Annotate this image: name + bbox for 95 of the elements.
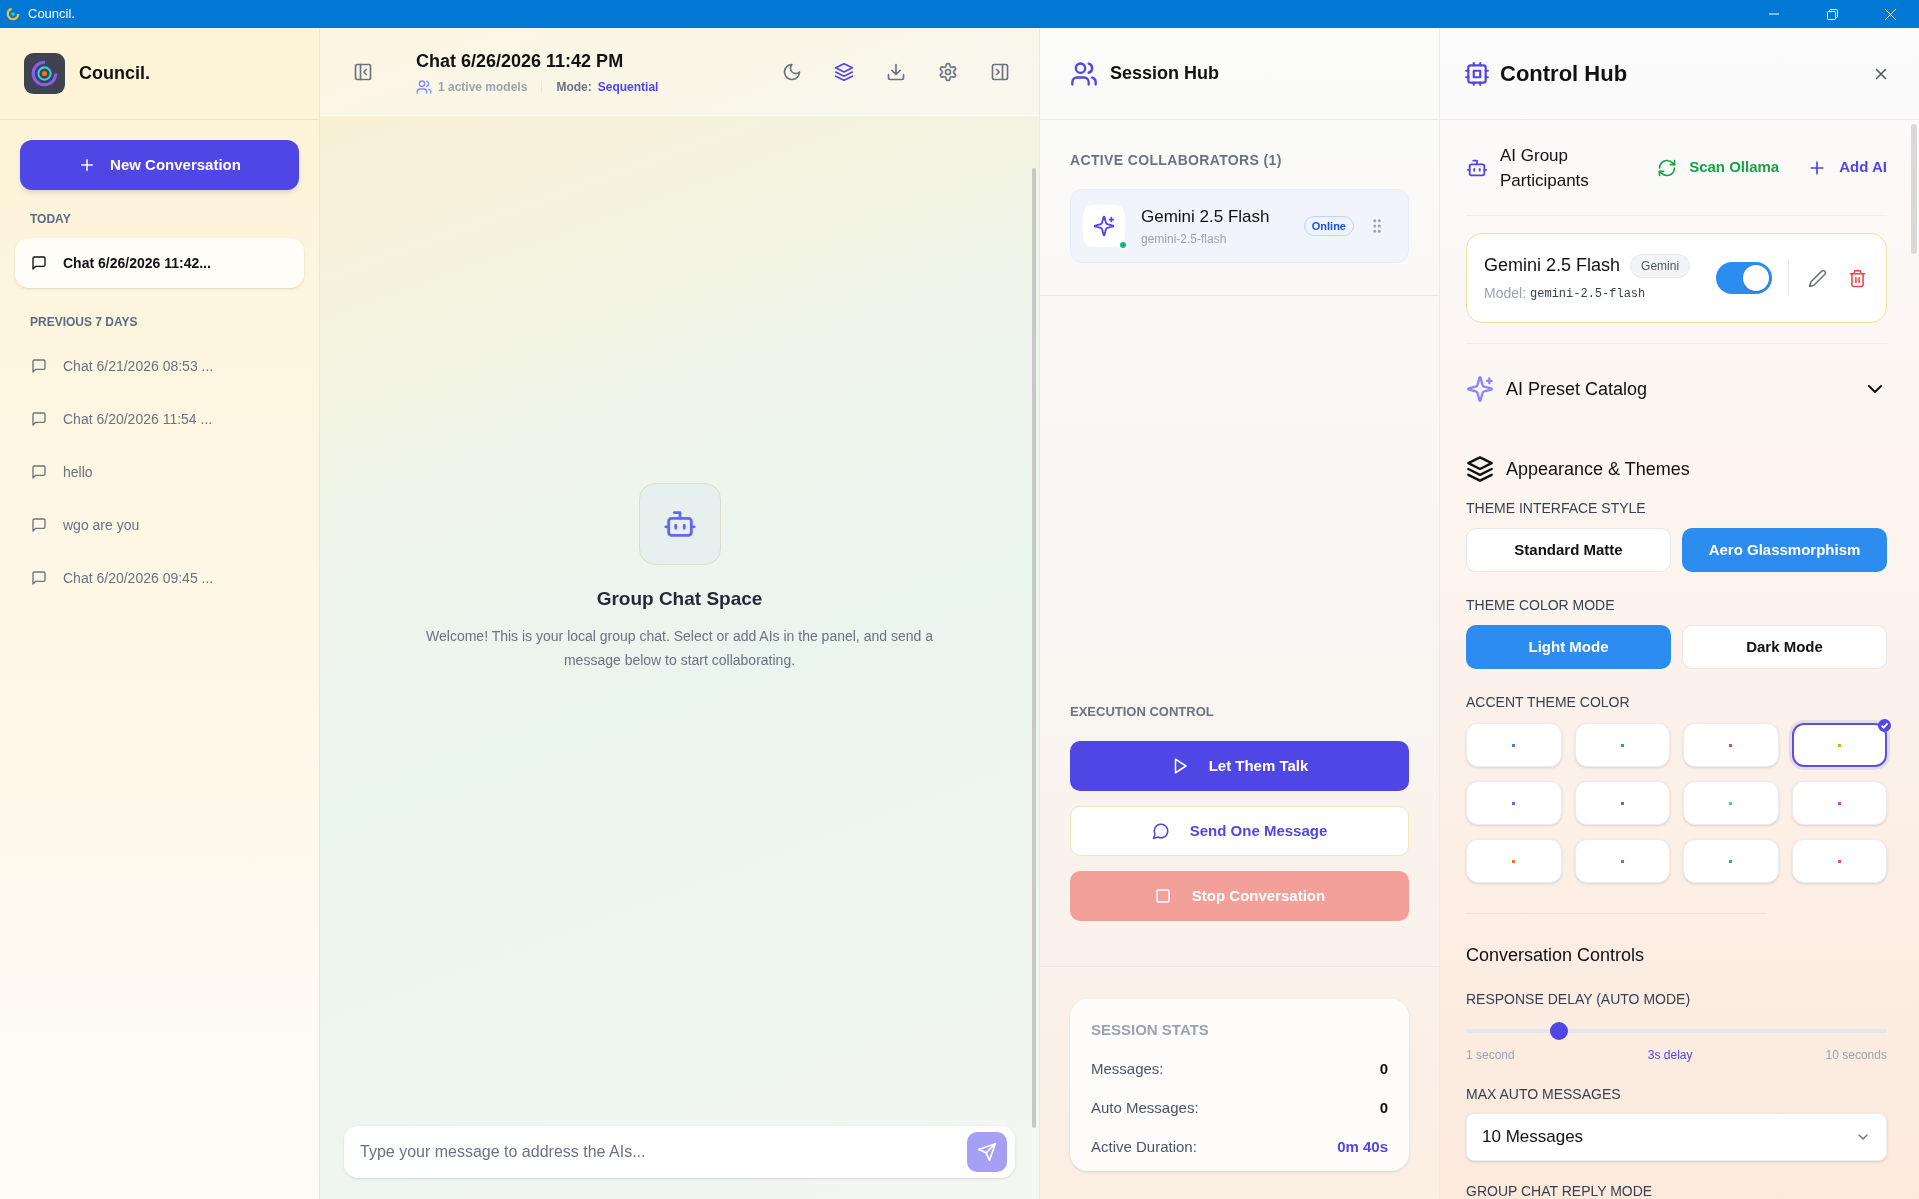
restore-icon [1826, 8, 1838, 20]
square-icon [1153, 887, 1172, 905]
group-label: TODAY [29, 211, 72, 228]
layers-icon [1466, 455, 1494, 483]
sparkle-icon [1466, 375, 1494, 403]
group-label: PREVIOUS 7 DAYS [29, 314, 139, 331]
field-label: GROUP CHAT REPLY MODE [1466, 1182, 1654, 1199]
slider-thumb[interactable] [1549, 1022, 1568, 1040]
stat-label: Auto Messages: [1091, 1097, 1199, 1118]
stat-label: Messages: [1091, 1058, 1164, 1079]
mode-value: Sequential [597, 78, 659, 96]
collaborator-name: Gemini 2.5 Flash [1141, 206, 1270, 229]
active-models-label: 1 active models [438, 78, 528, 96]
stat-value: 0 [1379, 1097, 1388, 1118]
play-button[interactable]: Let Them Talk [1070, 741, 1409, 791]
refresh-icon [1657, 157, 1678, 178]
chat-icon [31, 517, 47, 533]
scrollbar[interactable] [1032, 168, 1036, 1128]
conversation-item[interactable]: Chat 6/20/2026 11:54 ... [15, 394, 304, 444]
users-icon [1070, 59, 1098, 88]
field-label: RESPONSE DELAY (AUTO MODE) [1466, 990, 1692, 1009]
status-badge: Online [1303, 215, 1354, 237]
provider-tag: Gemini [1630, 253, 1691, 278]
users-icon [416, 78, 432, 95]
field-label: MAX AUTO MESSAGES [1466, 1085, 1622, 1104]
delay-slider[interactable] [1466, 1022, 1887, 1040]
conversation-item[interactable]: Chat 6/26/2026 11:42... [15, 238, 304, 288]
stat-value: 0m 40s [1337, 1136, 1388, 1157]
layers-icon [834, 61, 854, 82]
field-label: THEME COLOR MODE [1466, 596, 1616, 615]
settings-icon [938, 61, 958, 82]
model-id: gemini-2.5-flash [1530, 285, 1646, 303]
check-badge-icon [1878, 719, 1891, 732]
chip-icon [1464, 60, 1490, 87]
download-icon [886, 61, 906, 82]
section-title: Appearance & Themes [1506, 457, 1690, 481]
app-name: Council. [79, 62, 150, 85]
add-ai-button[interactable]: Add AI [1807, 156, 1887, 179]
empty-state-title: Group Chat Space [596, 587, 763, 611]
pencil-icon [1807, 268, 1827, 288]
mode-label: Mode: [556, 78, 592, 96]
panel-icon [990, 61, 1010, 82]
sparkle-icon [1093, 215, 1115, 237]
scan-ollama-button[interactable]: Scan Ollama [1657, 156, 1780, 179]
slider-value: 3s delay [1647, 1047, 1693, 1064]
panel-title: Session Hub [1110, 62, 1220, 85]
panel-icon [353, 61, 373, 82]
conversation-item[interactable]: wgo are you [15, 500, 304, 550]
section-title: Conversation Controls [1466, 944, 1646, 967]
moon-icon [782, 61, 802, 82]
send-message-button[interactable]: Send One Message [1070, 806, 1409, 856]
field-label: ACCENT THEME COLOR [1466, 693, 1631, 712]
conversation-item[interactable]: hello [15, 447, 304, 497]
style-option[interactable]: Standard Matte [1466, 528, 1671, 572]
enable-toggle[interactable] [1716, 262, 1772, 294]
stat-label: Active Duration: [1091, 1136, 1197, 1157]
section-label: SESSION STATS [1091, 1020, 1210, 1040]
empty-state-text: Welcome! This is your local group chat. Select or add AIs in the panel, and send a message below to start collaborating. [425, 626, 934, 670]
app-icon [6, 7, 20, 21]
close-icon [1884, 8, 1896, 20]
collaborator-model: gemini-2.5-flash [1141, 230, 1228, 248]
chat-title: Chat 6/26/2026 11:42 PM [416, 49, 625, 73]
chat-icon [31, 358, 47, 374]
slider-max-label: 10 seconds [1825, 1047, 1887, 1064]
speech-bubble-icon [1151, 822, 1170, 840]
section-label: ACTIVE COLLABORATORS (1) [1070, 151, 1283, 170]
section-label: EXECUTION CONTROL [1070, 702, 1215, 721]
trash-icon [1847, 268, 1867, 288]
conversation-item[interactable]: Chat 6/21/2026 08:53 ... [15, 341, 304, 391]
app-logo [24, 53, 65, 94]
mode-option[interactable]: Dark Mode [1682, 625, 1887, 669]
style-option[interactable]: Aero Glassmorphism [1682, 528, 1887, 572]
mode-option[interactable]: Light Mode [1466, 625, 1671, 669]
send-icon [977, 1142, 997, 1162]
chat-icon [31, 570, 47, 586]
message-input[interactable]: Type your message to address the AIs... [360, 1140, 967, 1164]
panel-title: Control Hub [1500, 60, 1628, 88]
message-input-field[interactable]: Type your message to address the AIs... [344, 1126, 1015, 1178]
chat-icon [31, 464, 47, 480]
send-button[interactable] [967, 1132, 1007, 1172]
section-title: AI Group Participants [1500, 144, 1590, 192]
preset-catalog-header[interactable]: AI Preset Catalog [1466, 344, 1887, 434]
field-label: THEME INTERFACE STYLE [1466, 499, 1647, 518]
chat-icon [31, 255, 47, 271]
model-label: Model: [1484, 284, 1527, 303]
window-title: Council. [28, 5, 75, 24]
slider-min-label: 1 second [1466, 1047, 1515, 1064]
stat-value: 0 [1379, 1058, 1388, 1079]
collaborator-card[interactable]: Gemini 2.5 Flash gemini-2.5-flash Online [1070, 189, 1409, 263]
new-conversation-button[interactable]: New Conversation [20, 140, 299, 190]
chat-icon [31, 411, 47, 427]
participant-name: Gemini 2.5 Flash [1484, 254, 1621, 277]
scrollbar[interactable] [1911, 124, 1917, 254]
max-messages-select[interactable]: 10 Messages [1466, 1113, 1887, 1161]
conversation-item[interactable]: Chat 6/20/2026 09:45 ... [15, 553, 304, 603]
